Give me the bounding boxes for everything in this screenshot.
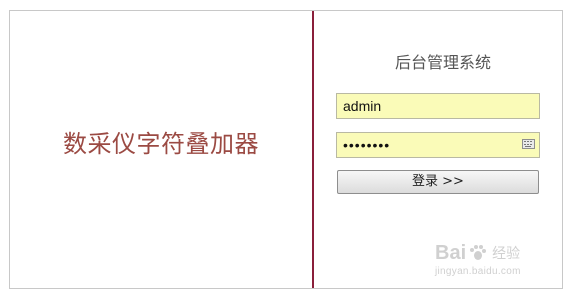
watermark-logo-text: Bai <box>435 242 467 264</box>
watermark-url: jingyan.baidu.com <box>435 266 521 277</box>
paw-icon <box>468 244 487 262</box>
login-button[interactable]: 登录 >> <box>337 170 539 194</box>
keyboard-icon[interactable] <box>522 139 535 149</box>
username-input[interactable] <box>336 93 540 119</box>
password-input[interactable] <box>336 132 540 158</box>
brand-panel: 数采仪字符叠加器 <box>10 11 312 288</box>
system-title: 后台管理系统 <box>394 53 491 72</box>
watermark-logo-chinese: 经验 <box>492 245 521 261</box>
brand-title: 数采仪字符叠加器 <box>63 130 259 158</box>
baidu-jingyan-watermark: Bai 经验 jingyan.baidu.com <box>435 243 521 277</box>
